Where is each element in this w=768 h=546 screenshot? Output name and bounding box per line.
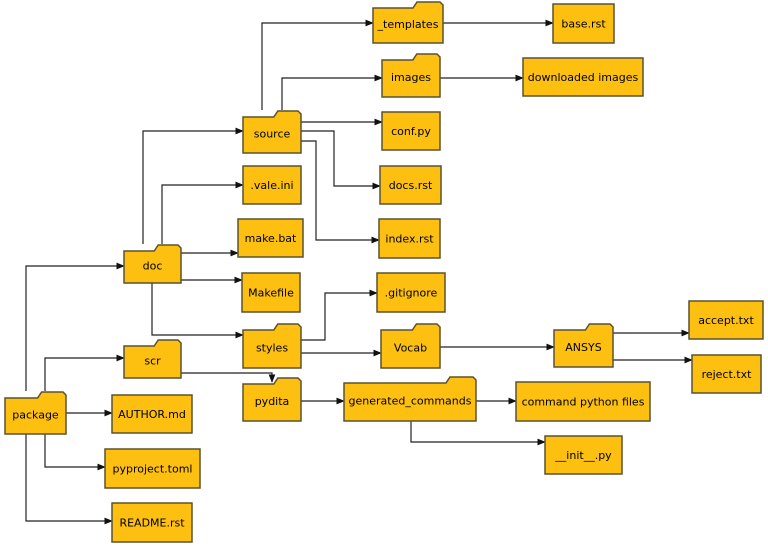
file-node-pyproject-toml[interactable]: pyproject.toml (104, 448, 201, 489)
edge-source-to-templates (261, 19, 374, 110)
edge-gencmds-to-initpy (410, 421, 546, 446)
edge-doc-to-source (142, 127, 244, 244)
node-label: conf.py (391, 125, 431, 138)
node-label: images (391, 71, 431, 84)
edge-source-to-docsrst (301, 130, 381, 190)
file-node-makefile[interactable]: Makefile (241, 272, 301, 313)
folder-node-vocab[interactable]: Vocab (380, 323, 441, 369)
edge-package-to-doc (25, 262, 125, 391)
node-label: package (12, 409, 59, 422)
node-label: pyproject.toml (113, 463, 193, 476)
node-label: command python files (522, 396, 645, 409)
folder-node-scr[interactable]: scr (123, 339, 182, 379)
node-label: scr (144, 355, 161, 368)
edge-package-to-scr (44, 354, 125, 391)
node-label: docs.rst (389, 179, 433, 192)
node-label: base.rst (561, 18, 606, 31)
folder-node-styles[interactable]: styles (242, 323, 302, 369)
edge-doc-to-styles (151, 283, 244, 339)
node-label: doc (143, 260, 163, 273)
node-label: reject.txt (702, 368, 753, 381)
node-label: generated_commands (349, 395, 472, 408)
node-label: source (254, 128, 291, 141)
edge-source-to-indexrst (301, 140, 380, 244)
file-node-make-bat[interactable]: make.bat (237, 218, 304, 258)
edge-scr-to-pydita (181, 372, 276, 383)
node-label: .gitignore (385, 287, 438, 300)
nodes-layer: package doc scr AUTHOR.md pyproject.toml READ… (4, 1, 764, 543)
edge-styles-to-gitignore (301, 289, 378, 341)
folder-node-doc[interactable]: doc (123, 244, 182, 284)
folder-node-source[interactable]: source (242, 110, 302, 154)
folder-node-package[interactable]: package (4, 391, 67, 435)
file-node-vale-ini[interactable]: .vale.ini (242, 165, 302, 205)
edge-source-to-images (281, 74, 383, 110)
file-node-init-py[interactable]: __init__.py (544, 435, 623, 475)
node-label: README.rst (119, 517, 185, 530)
file-node-conf-py[interactable]: conf.py (381, 111, 441, 151)
node-label: index.rst (385, 233, 434, 246)
node-label: __init__.py (554, 449, 612, 462)
edge-package-to-readme (25, 434, 113, 525)
node-label: Makefile (248, 287, 294, 300)
node-label: styles (256, 342, 288, 355)
edge-doc-to-valeini (161, 181, 244, 244)
file-node-gitignore[interactable]: .gitignore (376, 272, 446, 313)
file-node-command-python-files[interactable]: command python files (515, 381, 651, 422)
node-label: AUTHOR.md (118, 408, 186, 421)
file-node-readme-rst[interactable]: README.rst (111, 502, 193, 543)
file-node-author-md[interactable]: AUTHOR.md (111, 394, 193, 434)
folder-node-images[interactable]: images (381, 53, 441, 98)
node-label: .vale.ini (250, 179, 293, 192)
file-node-index-rst[interactable]: index.rst (378, 218, 441, 259)
node-label: downloaded images (528, 71, 639, 84)
folder-node-ansys[interactable]: ANSYS (553, 323, 614, 368)
node-label: accept.txt (698, 314, 754, 327)
edge-package-to-pyproject (44, 434, 106, 471)
node-label: Vocab (394, 342, 427, 355)
node-label: _templates (377, 18, 439, 31)
folder-node-pydita[interactable]: pydita (242, 377, 302, 422)
node-label: ANSYS (565, 341, 601, 354)
directory-diagram: package doc scr AUTHOR.md pyproject.toml READ… (4, 1, 764, 543)
node-label: make.bat (245, 232, 297, 245)
file-node-downloaded-images[interactable]: downloaded images (522, 57, 644, 97)
file-node-accept-txt[interactable]: accept.txt (688, 300, 764, 340)
node-label: pydita (255, 395, 290, 408)
file-node-base-rst[interactable]: base.rst (552, 3, 615, 44)
folder-node-generated-commands[interactable]: generated_commands (343, 376, 477, 422)
folder-node-templates[interactable]: _templates (372, 1, 444, 44)
file-node-reject-txt[interactable]: reject.txt (691, 354, 762, 394)
file-node-docs-rst[interactable]: docs.rst (379, 165, 442, 205)
